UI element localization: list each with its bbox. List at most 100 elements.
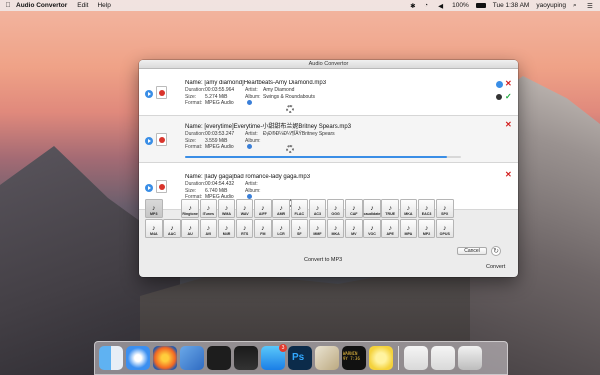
edit-icon[interactable]: [496, 81, 503, 88]
play-button[interactable]: [145, 184, 153, 192]
format-button-avi[interactable]: ♪ AVI: [199, 219, 218, 238]
trash-icon[interactable]: [458, 346, 482, 370]
format-button-rts[interactable]: ♪ RTS: [235, 219, 254, 238]
format-button-sf[interactable]: ♪ SF: [290, 219, 308, 238]
screenshot-icon[interactable]: [404, 346, 428, 370]
photoshop-icon[interactable]: Ps: [288, 346, 312, 370]
format-button-ogg[interactable]: ♪ OGG: [326, 199, 345, 218]
music-note-icon: ♪: [424, 205, 429, 212]
format-button-true[interactable]: ♪ TRUE: [381, 199, 399, 218]
safari-icon[interactable]: [126, 346, 150, 370]
terminal-icon[interactable]: [207, 346, 231, 370]
format-button-au[interactable]: ♪ AU: [181, 219, 199, 238]
format-button-mp2[interactable]: ♪ MP2: [417, 219, 436, 238]
music-note-icon: ♪: [242, 205, 247, 212]
music-note-icon: ♪: [279, 225, 283, 232]
xcode-icon[interactable]: [180, 346, 204, 370]
format-button-voc[interactable]: ♪ VOC: [363, 219, 381, 238]
activity-monitor-icon[interactable]: [234, 346, 258, 370]
format-slot-empty: [454, 219, 472, 238]
audio-convertor-icon[interactable]: [369, 346, 393, 370]
format-button-mmf[interactable]: ♪ MMF: [308, 219, 327, 238]
format-button-itunes[interactable]: ♪ iTunes: [199, 199, 218, 218]
notification-center-icon[interactable]: ☰: [587, 2, 594, 10]
music-note-icon: ♪: [297, 205, 302, 212]
album-label: Album:: [245, 187, 261, 194]
format-button-caf[interactable]: ♪ CAF: [345, 199, 363, 218]
format-label: OPUS: [439, 232, 450, 236]
menu-edit[interactable]: Edit: [77, 2, 88, 9]
format-button-amr[interactable]: ♪ AMR: [272, 199, 290, 218]
settings-gear-icon[interactable]: [286, 105, 294, 113]
music-note-icon: ♪: [152, 205, 156, 212]
format-button-mka[interactable]: ♪ MKA: [326, 219, 345, 238]
music-note-icon: ♪: [406, 225, 411, 232]
file-row[interactable]: Name: [amy diamond]Heartbeats-Amy Diamon…: [139, 69, 518, 116]
firefox-icon[interactable]: [153, 346, 177, 370]
play-button[interactable]: [145, 90, 153, 98]
status-area: ✱ ◔ ◀ 100% Tue 1:38 AM yaoyuping ⌕ ☰: [410, 2, 600, 10]
convert-to-label: Convert to MP3: [304, 257, 343, 263]
format-button-wma[interactable]: ♪ WMA: [217, 199, 236, 218]
format-button-ac3[interactable]: ♪ AC3: [308, 199, 327, 218]
format-button-m4a[interactable]: ♪ M4A: [145, 219, 163, 238]
format-button-mpa[interactable]: ♪ MPA: [399, 219, 418, 238]
format-button-ringtone[interactable]: ♪ Ringtone: [181, 199, 199, 218]
format-button-m4r[interactable]: ♪ M4R: [217, 219, 236, 238]
apple-menu-icon[interactable]: : [0, 2, 16, 9]
format-button-eac3[interactable]: ♪ EAC3: [417, 199, 436, 218]
app-store-icon[interactable]: 3: [261, 344, 287, 370]
artist-value: Ð¡Ð®Ð¼Ð¼¶ÏÄÝBritney Spears: [263, 131, 335, 137]
format-label: MP2: [422, 232, 431, 236]
format-button-mka[interactable]: ♪ MKA: [399, 199, 418, 218]
format-label: FM: [260, 232, 266, 236]
size-label: Size:: [185, 187, 197, 194]
delete-icon[interactable]: ✕: [505, 80, 512, 88]
format-label: MPA: [404, 232, 413, 236]
format-button-mp3[interactable]: ♪ MP3: [145, 199, 163, 218]
convert-button[interactable]: Convert: [486, 264, 505, 270]
format-label: Format:: [185, 144, 203, 150]
volume-icon[interactable]: ◀: [438, 2, 445, 10]
user-name[interactable]: yaoyuping: [536, 2, 566, 9]
artist-label: Artist:: [245, 87, 258, 93]
format-label: AAC: [168, 232, 176, 236]
music-note-icon: ♪: [188, 205, 192, 212]
duration-label: Duration:: [185, 181, 206, 187]
format-button-fm[interactable]: ♪ FM: [254, 219, 272, 238]
refresh-icon[interactable]: ↻: [491, 246, 501, 256]
screenshot-icon[interactable]: [431, 346, 455, 370]
format-label: AVI: [205, 232, 212, 236]
format-button-spx[interactable]: ♪ SPX: [436, 199, 454, 218]
bluetooth-icon[interactable]: ✱: [410, 2, 417, 10]
console-icon[interactable]: WARNIN 9Y 7:36: [342, 346, 366, 370]
clock[interactable]: Tue 1:38 AM: [493, 2, 530, 9]
info-icon[interactable]: [247, 144, 252, 150]
audio-convertor-window: Audio Convertor Name: [amy diamond]Heart…: [139, 60, 518, 277]
settings-gear-icon[interactable]: [286, 145, 294, 153]
finder-icon[interactable]: [99, 346, 123, 370]
format-button-mv[interactable]: ♪ MV: [345, 219, 363, 238]
battery-percentage[interactable]: 100%: [452, 2, 469, 9]
format-button-flac[interactable]: ♪ FLAC: [290, 199, 308, 218]
info-icon[interactable]: [247, 100, 252, 106]
format-button-ape[interactable]: ♪ APE: [381, 219, 399, 238]
format-button-aac[interactable]: ♪ AAC: [163, 219, 181, 238]
delete-icon[interactable]: ✕: [505, 171, 512, 179]
delete-icon[interactable]: ✕: [505, 121, 512, 129]
menu-help[interactable]: Help: [97, 2, 110, 9]
format-button-aiff[interactable]: ♪ AIFF: [254, 199, 272, 218]
console-text: WARNIN 9Y 7:36: [343, 351, 360, 361]
file-row[interactable]: Name: [everytime]Everytime-小甜甜布兰妮Britney…: [139, 116, 518, 163]
preview-icon[interactable]: [315, 346, 339, 370]
app-menu[interactable]: Audio Convertor: [16, 2, 67, 9]
search-icon[interactable]: ⌕: [573, 2, 580, 9]
format-button-wav[interactable]: ♪ WAV: [235, 199, 254, 218]
wifi-icon[interactable]: ◔: [424, 2, 431, 9]
format-button-opus[interactable]: ♪ OPUS: [436, 219, 454, 238]
play-button[interactable]: [145, 137, 153, 145]
cancel-button[interactable]: Cancel: [457, 247, 487, 255]
format-button-caudidate[interactable]: ♪ caudidate: [363, 199, 381, 218]
album-value: [263, 138, 383, 144]
format-button-lcr[interactable]: ♪ LCR: [272, 219, 290, 238]
